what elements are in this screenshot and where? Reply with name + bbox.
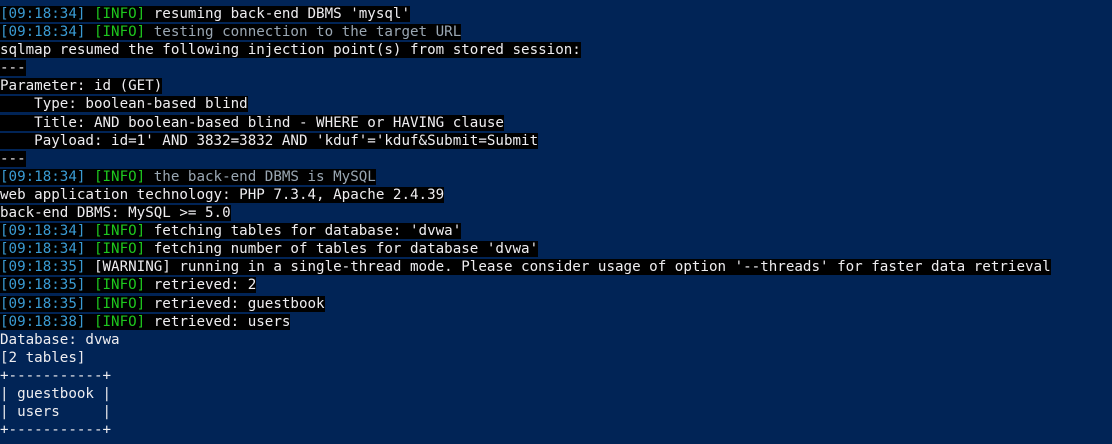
log-timestamp: [09:18:34] bbox=[0, 241, 86, 258]
terminal-line: --- bbox=[0, 150, 1112, 168]
output-text: web application technology: PHP 7.3.4, A… bbox=[0, 186, 445, 203]
line-content: Parameter: id (GET) bbox=[0, 78, 163, 95]
log-level: [INFO] bbox=[93, 277, 146, 294]
line-content: [09:18:35] [WARNING] running in a single… bbox=[0, 259, 1051, 276]
line-content: [09:18:34] [INFO] fetching tables for da… bbox=[0, 223, 462, 240]
output-text: sqlmap resumed the following injection p… bbox=[0, 42, 581, 59]
log-level: [INFO] bbox=[93, 241, 146, 258]
line-content: Title: AND boolean-based blind - WHERE o… bbox=[0, 114, 504, 131]
line-content: | guestbook | bbox=[0, 386, 111, 402]
log-timestamp: [09:18:34] bbox=[0, 24, 86, 41]
log-message: testing connection to the target URL bbox=[153, 24, 462, 41]
terminal-line: [09:18:34] [INFO] the back-end DBMS is M… bbox=[0, 168, 1112, 186]
line-content: +-----------+ bbox=[0, 368, 111, 384]
line-content: back-end DBMS: MySQL >= 5.0 bbox=[0, 205, 231, 222]
log-timestamp: [09:18:35] bbox=[0, 277, 86, 294]
terminal-line: | users | bbox=[0, 403, 1112, 421]
line-content: Database: dvwa bbox=[0, 332, 120, 348]
terminal-line: web application technology: PHP 7.3.4, A… bbox=[0, 186, 1112, 204]
log-level: [INFO] bbox=[93, 223, 146, 240]
line-content: [09:18:34] [INFO] testing connection to … bbox=[0, 24, 462, 41]
output-text: --- bbox=[0, 60, 26, 77]
terminal-line: [09:18:35] [INFO] retrieved: 2 bbox=[0, 276, 1112, 294]
log-level: [INFO] bbox=[93, 24, 146, 41]
log-message: retrieved: 2 bbox=[153, 277, 257, 294]
line-content: [09:18:34] [INFO] the back-end DBMS is M… bbox=[0, 168, 376, 185]
terminal-line: [09:18:34] [INFO] fetching tables for da… bbox=[0, 222, 1112, 240]
line-content: Type: boolean-based blind bbox=[0, 96, 248, 113]
line-content: [09:18:34] [INFO] fetching number of tab… bbox=[0, 241, 539, 258]
line-content: --- bbox=[0, 60, 26, 77]
log-timestamp: [09:18:35] bbox=[0, 259, 86, 276]
terminal-line: +-----------+ bbox=[0, 421, 1112, 439]
log-timestamp: [09:18:34] bbox=[0, 6, 86, 22]
terminal-line: sqlmap resumed the following injection p… bbox=[0, 41, 1112, 59]
output-text: Payload: id=1' AND 3832=3832 AND 'kduf'=… bbox=[0, 132, 539, 149]
output-text: [2 tables] bbox=[0, 349, 86, 366]
line-content: [09:18:34] [INFO] resuming back-end DBMS… bbox=[0, 6, 411, 22]
log-message: retrieved: users bbox=[153, 313, 291, 330]
log-timestamp: [09:18:38] bbox=[0, 313, 86, 330]
line-content: [2 tables] bbox=[0, 350, 85, 366]
line-content: web application technology: PHP 7.3.4, A… bbox=[0, 186, 445, 203]
terminal-line: [09:18:34] [INFO] resuming back-end DBMS… bbox=[0, 5, 1112, 23]
log-timestamp: [09:18:34] bbox=[0, 223, 86, 240]
log-message: the back-end DBMS is MySQL bbox=[153, 168, 376, 185]
log-level: [INFO] bbox=[93, 295, 146, 312]
terminal-line: [09:18:34] [INFO] fetching number of tab… bbox=[0, 240, 1112, 258]
line-content: --- bbox=[0, 150, 26, 167]
log-level: [INFO] bbox=[93, 6, 146, 22]
log-message: retrieved: guestbook bbox=[153, 295, 325, 312]
log-message: fetching number of tables for database '… bbox=[153, 241, 539, 258]
output-text: | guestbook | bbox=[0, 385, 112, 402]
terminal-line: Type: boolean-based blind bbox=[0, 95, 1112, 113]
log-message: running in a single-thread mode. Please … bbox=[179, 259, 1051, 276]
log-level: [INFO] bbox=[93, 313, 146, 330]
line-content: [09:18:35] [INFO] retrieved: guestbook bbox=[0, 295, 325, 312]
line-content: | users | bbox=[0, 404, 111, 420]
line-content: [09:18:38] [INFO] retrieved: users bbox=[0, 313, 291, 330]
log-timestamp: [09:18:34] bbox=[0, 168, 86, 185]
output-text: Title: AND boolean-based blind - WHERE o… bbox=[0, 114, 504, 131]
line-content: Payload: id=1' AND 3832=3832 AND 'kduf'=… bbox=[0, 132, 539, 149]
output-text: Type: boolean-based blind bbox=[0, 96, 248, 113]
terminal-line: --- bbox=[0, 59, 1112, 77]
log-timestamp: [09:18:35] bbox=[0, 295, 86, 312]
output-text: Database: dvwa bbox=[0, 331, 120, 348]
terminal-line: Database: dvwa bbox=[0, 331, 1112, 349]
output-text: back-end DBMS: MySQL >= 5.0 bbox=[0, 205, 231, 222]
terminal-line: [09:18:34] [INFO] testing connection to … bbox=[0, 23, 1112, 41]
log-message: resuming back-end DBMS 'mysql' bbox=[153, 6, 411, 22]
terminal-line: Parameter: id (GET) bbox=[0, 77, 1112, 95]
output-text: +-----------+ bbox=[0, 422, 112, 439]
terminal-line: +-----------+ bbox=[0, 367, 1112, 385]
output-text: Parameter: id (GET) bbox=[0, 78, 163, 95]
output-text: | users | bbox=[0, 404, 112, 421]
output-text: +-----------+ bbox=[0, 367, 112, 384]
log-level: [INFO] bbox=[93, 168, 146, 185]
terminal-output[interactable]: [09:18:34] [INFO] resuming back-end DBMS… bbox=[0, 0, 1112, 439]
terminal-line: [09:18:38] [INFO] retrieved: users bbox=[0, 313, 1112, 331]
terminal-line: Payload: id=1' AND 3832=3832 AND 'kduf'=… bbox=[0, 132, 1112, 150]
line-content: [09:18:35] [INFO] retrieved: 2 bbox=[0, 277, 257, 294]
log-level: [WARNING] bbox=[93, 259, 171, 276]
terminal-line: [09:18:35] [WARNING] running in a single… bbox=[0, 258, 1112, 276]
terminal-line: back-end DBMS: MySQL >= 5.0 bbox=[0, 204, 1112, 222]
line-content: +-----------+ bbox=[0, 422, 111, 438]
terminal-line: [09:18:35] [INFO] retrieved: guestbook bbox=[0, 295, 1112, 313]
output-text: --- bbox=[0, 150, 26, 167]
terminal-line: Title: AND boolean-based blind - WHERE o… bbox=[0, 114, 1112, 132]
terminal-line: | guestbook | bbox=[0, 385, 1112, 403]
log-message: fetching tables for database: 'dvwa' bbox=[153, 223, 462, 240]
line-content: sqlmap resumed the following injection p… bbox=[0, 42, 581, 59]
terminal-line: [2 tables] bbox=[0, 349, 1112, 367]
